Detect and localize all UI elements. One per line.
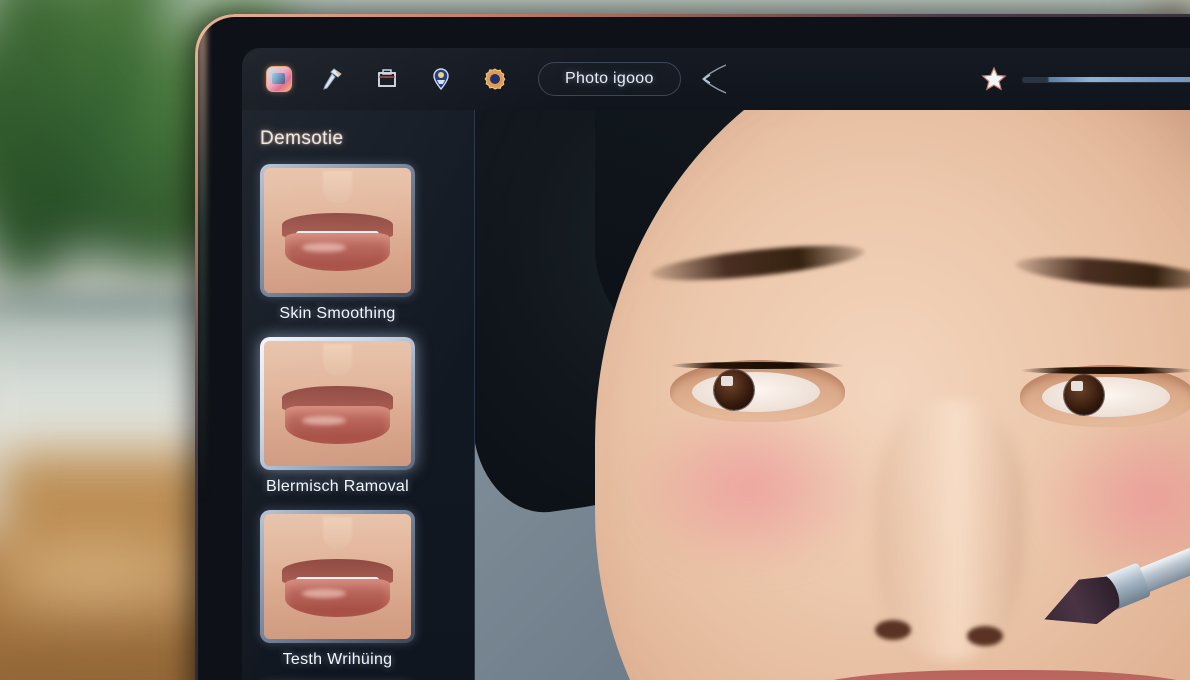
intensity-slider[interactable]: [1022, 72, 1190, 86]
sidebar-item-partial[interactable]: [242, 669, 474, 680]
star-icon[interactable]: [976, 61, 1012, 97]
tool-thumbnail: [260, 164, 415, 297]
blush-left: [625, 400, 875, 575]
bezel-edge-highlight: [197, 16, 207, 680]
sidebar-item-teeth-whitening[interactable]: Testh Wrihüing: [242, 496, 474, 669]
sidebar-item-label: Skin Smoothing: [279, 305, 396, 322]
back-arrow-icon[interactable]: [695, 59, 735, 99]
settings-gear-icon[interactable]: [468, 57, 522, 101]
tools-sidebar: Demsotie Skin Smoothing Blermisch Ramova…: [242, 110, 475, 680]
laptop-screen: Photo igooo Demsotie Skin Smoothing Bler…: [242, 48, 1190, 680]
app-toolbar: Photo igooo: [242, 48, 1190, 110]
sidebar-item-blemish-removal[interactable]: Blermisch Ramoval: [242, 323, 474, 496]
tool-thumbnail: [260, 337, 415, 470]
sidebar-item-label: Testh Wrihüing: [282, 651, 393, 668]
laptop-device: Photo igooo Demsotie Skin Smoothing Bler…: [195, 14, 1190, 680]
nostril-right: [967, 626, 1003, 646]
sidebar-title: Demsotie: [260, 128, 344, 149]
eye-left: [670, 360, 845, 422]
sidebar-item-label: Blermisch Ramoval: [266, 478, 409, 495]
eye-right: [1020, 365, 1190, 427]
retouch-tool-icon[interactable]: [306, 57, 360, 101]
photo-canvas[interactable]: datanumen.com: [475, 110, 1190, 680]
app-logo-icon[interactable]: [252, 57, 306, 101]
toolbar-right-group: [976, 61, 1190, 97]
tool-thumbnail: [260, 510, 415, 643]
crop-frame-icon[interactable]: [360, 57, 414, 101]
sidebar-item-skin-smoothing[interactable]: Skin Smoothing: [242, 150, 474, 323]
slider-track: [1022, 76, 1190, 82]
search-input[interactable]: Photo igooo: [538, 62, 681, 96]
mouth-smile: [805, 670, 1190, 680]
nostril-left: [875, 620, 911, 640]
pin-marker-icon[interactable]: [414, 57, 468, 101]
